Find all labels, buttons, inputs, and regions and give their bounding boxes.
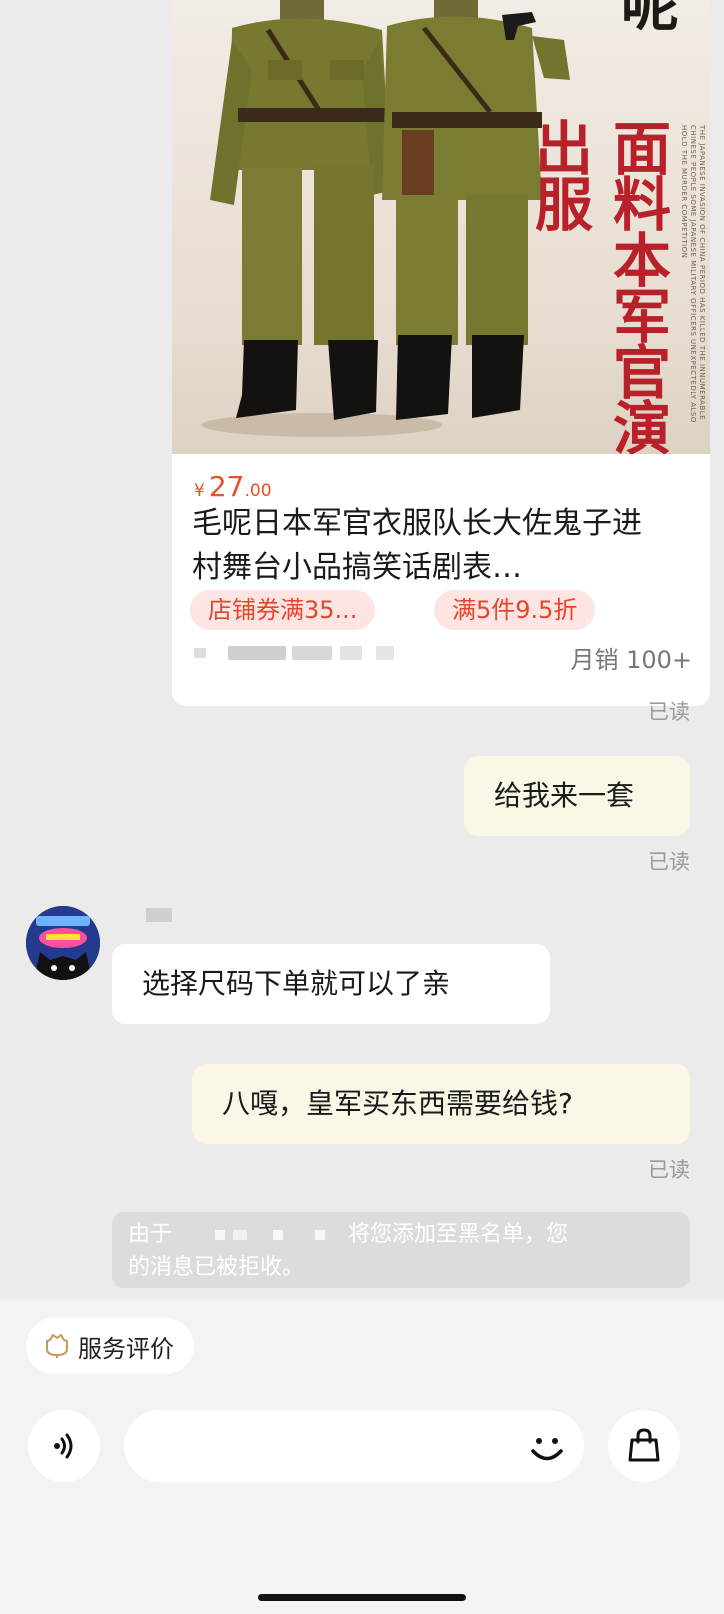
voice-icon [54, 1433, 73, 1459]
message-input[interactable] [124, 1410, 584, 1482]
message-bubble-me[interactable]: 八嘎，皇军买东西需要给钱? [192, 1064, 690, 1144]
price-currency: ¥ [194, 481, 205, 501]
price-integer: 27 [208, 470, 245, 503]
coupon-tag[interactable]: 店铺券满35... [190, 590, 376, 630]
shop-button[interactable] [608, 1410, 680, 1482]
service-review-button[interactable]: 服务评价 [26, 1318, 194, 1374]
redacted-shop-info [194, 646, 414, 660]
blacklist-notice: 由于 将您添加至黑名单，您 的消息已被拒收。 [112, 1212, 690, 1288]
redacted-seller-name [146, 908, 172, 922]
read-status: 已读 [648, 850, 690, 874]
price-decimal: .00 [244, 481, 272, 501]
home-indicator[interactable] [258, 1594, 466, 1601]
notice-prefix: 由于 [128, 1222, 173, 1247]
shopping-bag-icon [628, 1428, 660, 1462]
read-status: 已读 [648, 1158, 690, 1182]
message-bubble-other[interactable]: 选择尺码下单就可以了亲 [112, 944, 550, 1024]
discount-tag[interactable]: 满5件9.5折 [434, 590, 596, 630]
product-image-fine-print: THE JAPANESE INVASION OF CHINA PERIOD HA… [680, 125, 706, 423]
product-image-title: 面料本军官演出服 [525, 118, 671, 454]
service-review-label: 服务评价 [78, 1334, 174, 1363]
product-title[interactable]: 毛呢日本军官衣服队长大佐鬼子进村舞台小品搞笑话剧表… [192, 502, 670, 590]
flower-icon [46, 1334, 68, 1358]
emoji-button[interactable] [524, 1424, 570, 1470]
monthly-sales: 月销 100+ [570, 646, 692, 674]
message-bubble-me[interactable]: 给我来一套 [464, 756, 690, 836]
smile-icon [531, 1438, 563, 1461]
notice-suffix: 将您添加至黑名单，您 [348, 1222, 569, 1247]
product-image[interactable]: 呢 面料本军官演出服 THE JAPANESE INVASION OF CHIN… [172, 0, 710, 454]
blacklist-notice-line1: 由于 将您添加至黑名单，您 [128, 1218, 674, 1251]
product-card[interactable]: 呢 面料本军官演出服 THE JAPANESE INVASION OF CHIN… [172, 0, 710, 706]
voice-button[interactable] [28, 1410, 100, 1482]
cat-mascot-icon [26, 906, 100, 980]
read-status: 已读 [648, 700, 690, 724]
blacklist-notice-line2: 的消息已被拒收。 [128, 1255, 305, 1280]
seller-avatar[interactable] [26, 906, 100, 980]
product-price: ¥27.00 [194, 470, 272, 503]
